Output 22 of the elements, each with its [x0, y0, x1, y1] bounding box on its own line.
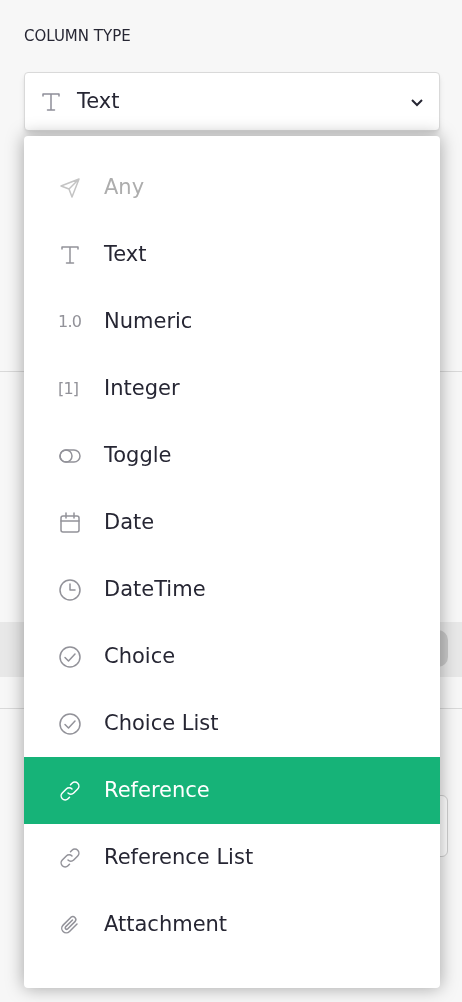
choice-icon	[58, 644, 82, 669]
menu-item[interactable]: Text	[24, 221, 440, 288]
link-icon	[58, 845, 82, 870]
link-icon	[58, 778, 82, 803]
type-glyph: 1.0	[58, 310, 83, 333]
menu-item[interactable]: Toggle	[24, 422, 440, 489]
menu-item[interactable]: Date	[24, 489, 440, 556]
menu-item[interactable]: Attachment	[24, 891, 440, 958]
column-type-select[interactable]: Text	[24, 72, 440, 131]
clock-icon	[58, 577, 82, 602]
menu-item[interactable]: 1.0 Numeric	[24, 288, 440, 355]
menu-item[interactable]: Choice List	[24, 690, 440, 757]
choice-icon	[58, 711, 82, 736]
type-glyph: [1]	[58, 377, 80, 400]
send-icon	[58, 175, 82, 200]
select-value: Text	[77, 87, 121, 115]
menu-item[interactable]: DateTime	[24, 556, 440, 623]
menu-item[interactable]: Reference List	[24, 824, 440, 891]
menu-item[interactable]: Choice	[24, 623, 440, 690]
calendar-icon	[58, 510, 82, 535]
menu-item[interactable]: [1] Integer	[24, 355, 440, 422]
section-label: COLUMN TYPE	[24, 26, 132, 46]
